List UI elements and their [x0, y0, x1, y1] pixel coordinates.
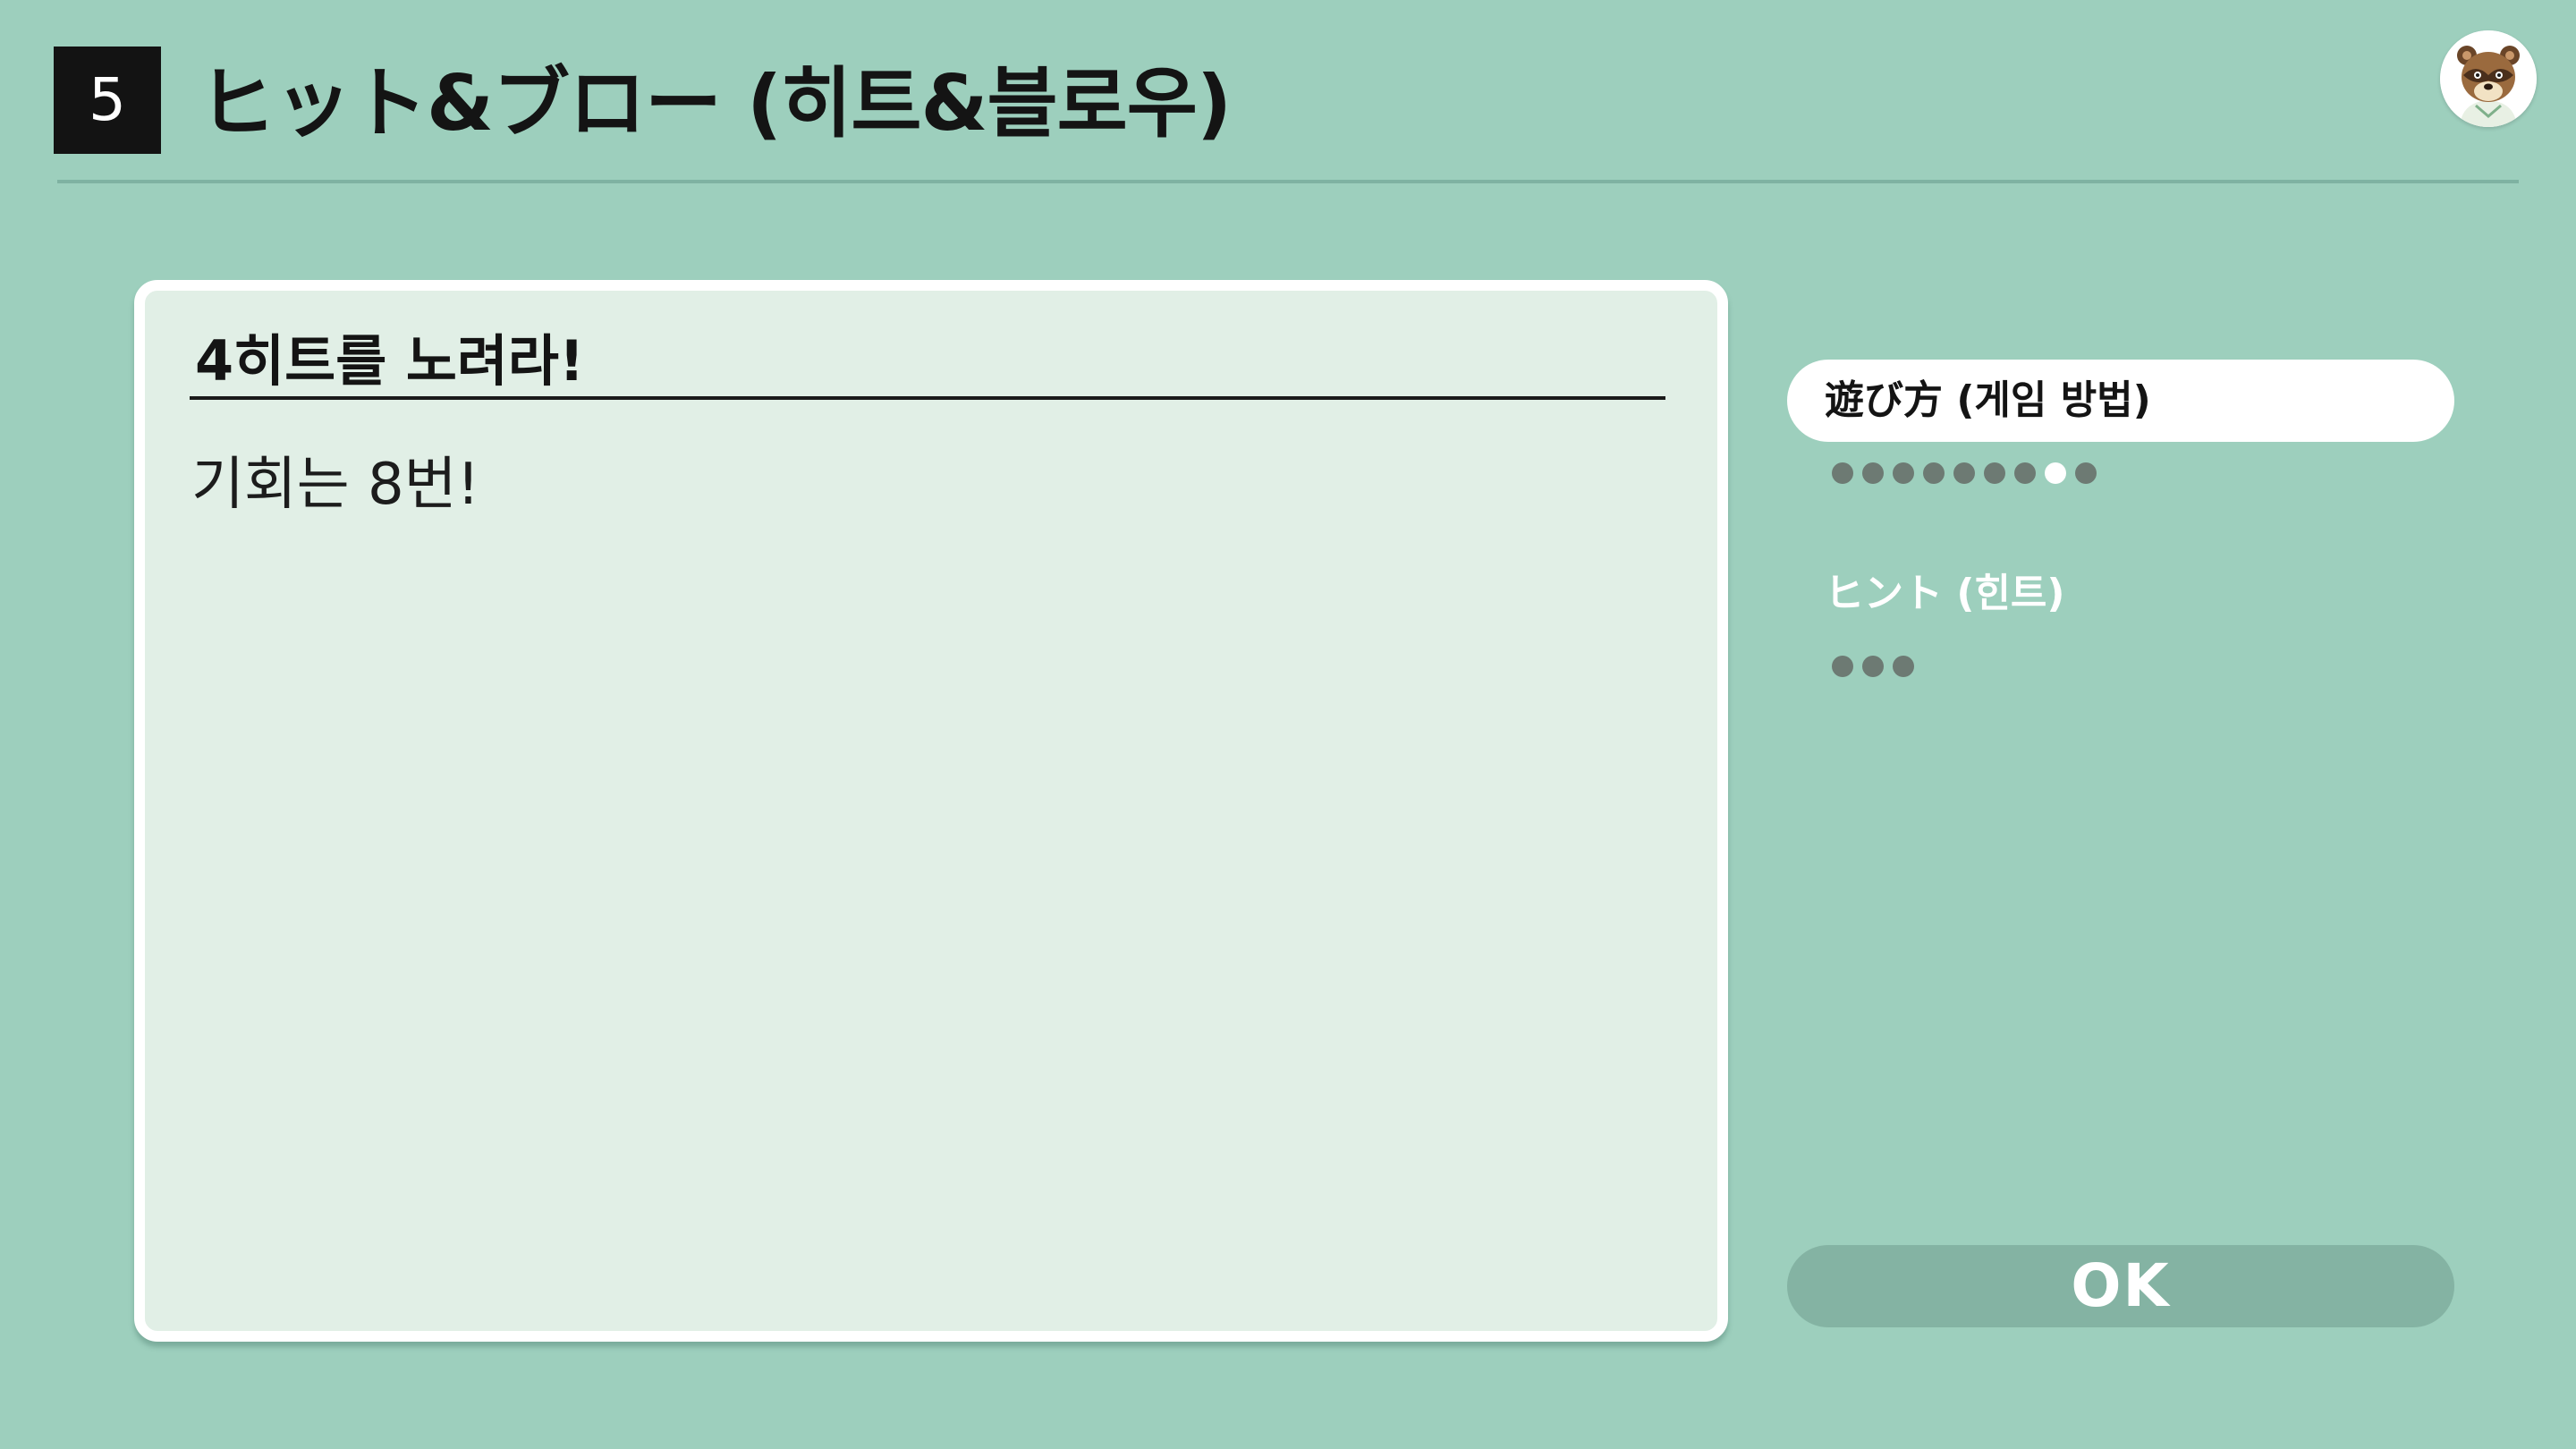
menu-item-how-to-play-label: 遊び方 (게임 방법) [1825, 377, 2151, 423]
how-to-play-page-indicator [1832, 462, 2097, 484]
page-dot [1923, 462, 1945, 484]
instruction-text: 기회는 8번! [191, 452, 480, 518]
instruction-heading: 4히트를 노려라! [195, 328, 585, 394]
page-dot [1893, 656, 1914, 677]
page-dot [2014, 462, 2036, 484]
page-dot [1862, 462, 1884, 484]
header-divider [57, 180, 2519, 183]
page-dot [2075, 462, 2097, 484]
heading-divider [190, 396, 1665, 400]
page-dot [1893, 462, 1914, 484]
page-dot [1953, 462, 1975, 484]
page-dot [1832, 656, 1853, 677]
page-dot-active [2045, 462, 2066, 484]
page-dot [1862, 656, 1884, 677]
game-title: ヒット&ブロー (히트&블로우) [199, 59, 1232, 148]
page-dot [1984, 462, 2005, 484]
menu-item-how-to-play[interactable]: 遊び方 (게임 방법) [1787, 360, 2454, 442]
menu-item-hints-label: ヒント (힌트) [1825, 571, 2065, 616]
ok-button[interactable]: OK [1787, 1245, 2454, 1327]
hints-page-indicator [1832, 656, 1914, 677]
tom-nook-avatar-icon [2440, 30, 2537, 127]
page-dot [1832, 462, 1853, 484]
menu-item-hints[interactable]: ヒント (힌트) [1787, 553, 2454, 635]
level-number-badge: 5 [54, 47, 161, 154]
instruction-panel: 4히트를 노려라! 기회는 8번! [134, 280, 1728, 1342]
